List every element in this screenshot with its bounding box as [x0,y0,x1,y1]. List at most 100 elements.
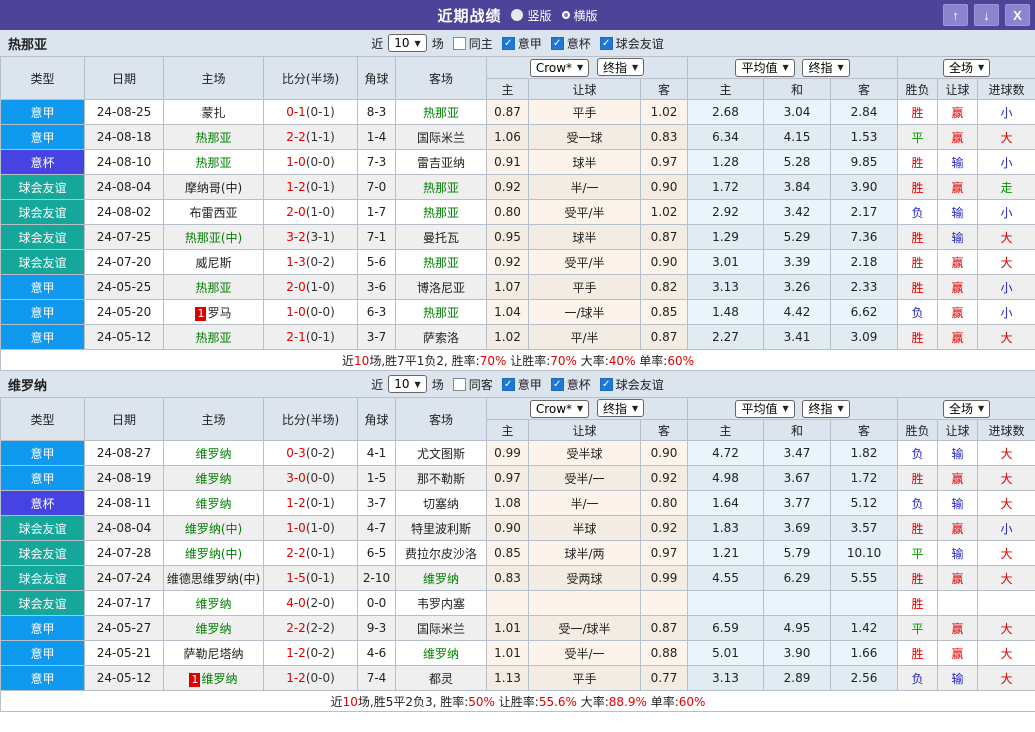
final-index-select[interactable]: 终指▼ [597,58,644,76]
full-match-select[interactable]: 全场▼ [943,400,990,418]
home-team-name[interactable]: 威尼斯 [195,256,231,270]
home-team-name[interactable]: 热那亚 [195,281,231,295]
home-team-name[interactable]: 热那亚 [195,331,231,345]
home-team-name[interactable]: 维罗纳 [195,497,231,511]
fulltime-score[interactable]: 3-2 [286,230,306,244]
away-team-name[interactable]: 切塞纳 [423,497,459,511]
serie-a-checkbox[interactable]: ✓ [502,378,515,391]
fulltime-score[interactable]: 1-0 [286,521,306,535]
result-handicap-cell: 赢 [938,466,978,491]
home-team-name[interactable]: 摩纳哥(中) [185,181,242,195]
crow-company-select[interactable]: Crow*▼ [530,59,589,77]
home-team-name[interactable]: 蒙扎 [201,106,225,120]
home-team-name[interactable]: 热那亚(中) [185,231,242,245]
home-team-name[interactable]: 萨勒尼塔纳 [183,647,243,661]
layout-radio-horizontal[interactable]: 横版 [562,7,598,24]
away-team-name[interactable]: 都灵 [429,672,453,686]
fulltime-score[interactable]: 1-3 [286,255,306,269]
home-team-name[interactable]: 维罗纳 [195,447,231,461]
home-team-name[interactable]: 维罗纳 [201,672,237,686]
away-team-name[interactable]: 热那亚 [423,306,459,320]
away-team-name[interactable]: 曼托瓦 [423,231,459,245]
fulltime-score[interactable]: 2-2 [286,130,306,144]
crow-away-odds-cell: 1.02 [641,100,688,125]
same-home-checkbox[interactable] [453,37,466,50]
home-team-cell: 维罗纳 [164,441,264,466]
move-up-button[interactable]: ↑ [943,4,968,26]
away-team-name[interactable]: 萨索洛 [423,331,459,345]
average-select[interactable]: 平均值▼ [735,400,794,418]
italy-cup-checkbox[interactable]: ✓ [551,378,564,391]
final-index-select[interactable]: 终指▼ [597,399,644,417]
fulltime-score[interactable]: 2-2 [286,546,306,560]
handicap-cell [529,591,641,616]
home-team-name[interactable]: 维罗纳 [195,622,231,636]
fulltime-score[interactable]: 1-0 [286,305,306,319]
away-team-name[interactable]: 尤文图斯 [417,447,465,461]
match-count-select[interactable]: 10▼ [388,375,426,393]
away-team-name[interactable]: 维罗纳 [423,572,459,586]
home-team-cell: 威尼斯 [164,250,264,275]
fulltime-score[interactable]: 3-0 [286,471,306,485]
home-team-name[interactable]: 布雷西亚 [189,206,237,220]
away-team-name[interactable]: 费拉尔皮沙洛 [405,547,477,561]
team-section-verona: 维罗纳 近 10▼ 场 同客 ✓ 意甲 ✓ 意杯 ✓ 球会友谊 [0,371,1035,712]
fulltime-score[interactable]: 4-0 [286,596,306,610]
home-team-name[interactable]: 维罗纳(中) [185,547,242,561]
full-match-select[interactable]: 全场▼ [943,59,990,77]
italy-cup-checkbox[interactable]: ✓ [551,37,564,50]
same-away-checkbox[interactable] [453,378,466,391]
chevron-down-icon: ▼ [632,404,638,413]
fulltime-score[interactable]: 0-1 [286,105,306,119]
move-down-button[interactable]: ↓ [974,4,999,26]
away-team-name[interactable]: 国际米兰 [417,131,465,145]
away-team-name[interactable]: 热那亚 [423,206,459,220]
select-value: 全场 [949,400,973,417]
result-flag: 输 [952,547,964,561]
final-index-select[interactable]: 终指▼ [802,400,849,418]
serie-a-checkbox[interactable]: ✓ [502,37,515,50]
home-team-cell: 萨勒尼塔纳 [164,641,264,666]
crow-company-select[interactable]: Crow*▼ [530,400,589,418]
fulltime-score[interactable]: 2-0 [286,280,306,294]
away-team-name[interactable]: 热那亚 [423,181,459,195]
away-team-name[interactable]: 国际米兰 [417,622,465,636]
club-friendly-checkbox[interactable]: ✓ [600,37,613,50]
final-index-select[interactable]: 终指▼ [802,59,849,77]
away-team-name[interactable]: 热那亚 [423,106,459,120]
fulltime-score[interactable]: 2-2 [286,621,306,635]
home-team-name[interactable]: 维罗纳 [195,597,231,611]
fulltime-score[interactable]: 2-0 [286,205,306,219]
club-friendly-checkbox[interactable]: ✓ [600,378,613,391]
away-team-name[interactable]: 热那亚 [423,256,459,270]
home-team-name[interactable]: 维罗纳 [195,472,231,486]
layout-radio-vertical[interactable]: 竖版 [511,7,551,24]
crow-home-odds-cell: 1.08 [487,491,529,516]
result-goals-cell: 大 [978,541,1035,566]
corner-cell: 3-7 [358,491,396,516]
home-team-name[interactable]: 罗马 [207,306,231,320]
home-team-name[interactable]: 热那亚 [195,156,231,170]
fulltime-score[interactable]: 2-1 [286,330,306,344]
away-team-name[interactable]: 维罗纳 [423,647,459,661]
away-team-name[interactable]: 雷吉亚纳 [417,156,465,170]
away-team-name[interactable]: 特里波利斯 [411,522,471,536]
fulltime-score[interactable]: 0-3 [286,446,306,460]
home-team-name[interactable]: 热那亚 [195,131,231,145]
away-team-name[interactable]: 那不勒斯 [417,472,465,486]
away-team-name[interactable]: 韦罗内塞 [417,597,465,611]
average-select[interactable]: 平均值▼ [735,59,794,77]
fulltime-score[interactable]: 1-2 [286,496,306,510]
away-team-name[interactable]: 博洛尼亚 [417,281,465,295]
team-section-genoa: 热那亚 近 10▼ 场 同主 ✓ 意甲 ✓ 意杯 ✓ 球会友谊 [0,30,1035,371]
fulltime-score[interactable]: 1-2 [286,671,306,685]
fulltime-score[interactable]: 1-0 [286,155,306,169]
match-count-select[interactable]: 10▼ [388,34,426,52]
fulltime-score[interactable]: 1-2 [286,180,306,194]
home-team-name[interactable]: 维罗纳(中) [185,522,242,536]
fulltime-score[interactable]: 1-2 [286,646,306,660]
home-team-name[interactable]: 维德思维罗纳(中) [167,572,260,586]
league-type-cell: 球会友谊 [1,516,85,541]
fulltime-score[interactable]: 1-5 [286,571,306,585]
close-button[interactable]: X [1005,4,1030,26]
